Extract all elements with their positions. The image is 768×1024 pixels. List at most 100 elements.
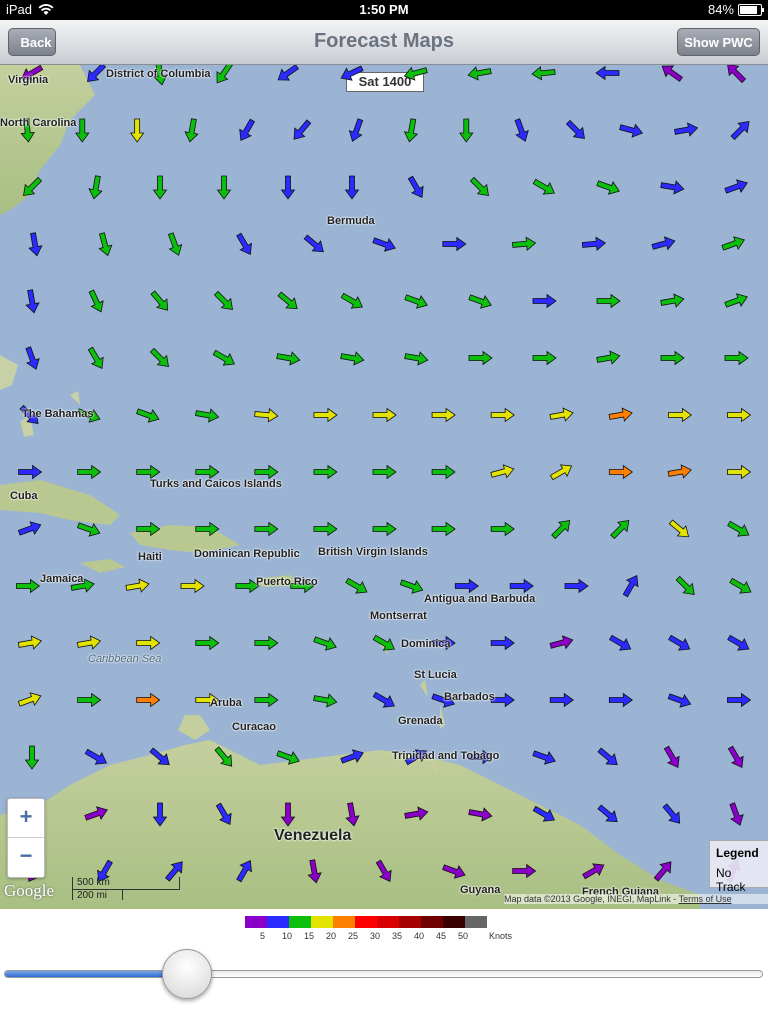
wind-arrow <box>254 521 279 537</box>
clock: 1:50 PM <box>359 2 409 17</box>
place-montserrat: Montserrat <box>370 610 427 622</box>
wind-arrow <box>28 232 43 257</box>
wind-arrow <box>372 464 397 480</box>
wind-arrow <box>77 692 102 708</box>
wind-scale-unit: Knots <box>489 931 513 941</box>
zoom-out-button[interactable]: − <box>8 838 44 876</box>
wind-arrow <box>509 578 534 594</box>
wind-arrow <box>469 176 489 196</box>
wind-arrow <box>608 634 632 651</box>
time-slider-track[interactable] <box>4 970 763 978</box>
wind-scale-label: 10 <box>282 931 293 941</box>
place-virginia: Virginia <box>8 74 49 86</box>
wind-arrow <box>184 118 199 143</box>
wind-arrow <box>667 693 692 708</box>
wind-arrow <box>532 350 557 366</box>
wind-arrow <box>597 804 618 823</box>
wind-arrow <box>454 578 479 594</box>
wind-arrow <box>549 407 574 422</box>
wind-arrow <box>277 291 298 310</box>
wind-arrow <box>608 692 633 708</box>
wind-arrow <box>276 351 301 366</box>
wind-arrow <box>313 521 338 537</box>
navigation-bar: Back Forecast Maps Show PWC <box>0 20 768 65</box>
wind-arrow <box>727 520 750 537</box>
wind-arrow <box>16 578 41 594</box>
wind-arrow <box>431 407 456 423</box>
wind-arrow <box>667 407 693 423</box>
wind-scale-label: 40 <box>414 931 425 941</box>
battery-icon <box>738 3 764 16</box>
wind-arrow <box>313 693 338 708</box>
wind-arrow <box>136 692 161 708</box>
wind-arrow <box>608 407 633 422</box>
place-dominican: Dominican Republic <box>194 548 300 560</box>
wind-arrow <box>313 464 338 480</box>
wind-arrow <box>727 464 752 480</box>
wind-arrow <box>17 635 43 650</box>
wind-arrow <box>17 692 42 707</box>
map-scale: 500 km 200 mi <box>72 877 180 901</box>
wind-arrow <box>459 118 474 143</box>
wind-arrow <box>149 347 169 367</box>
wind-arrow <box>152 802 168 827</box>
legend-button[interactable]: Legend <box>710 841 768 860</box>
wind-arrow <box>407 175 424 198</box>
place-curacao: Curacao <box>232 721 277 733</box>
wind-arrow <box>532 805 555 822</box>
wind-arrow <box>468 350 493 366</box>
wind-arrow <box>490 464 515 479</box>
wind-arrow <box>84 748 107 765</box>
no-track-button[interactable]: No Track <box>710 860 768 894</box>
wind-arrow <box>88 175 103 200</box>
wind-arrow <box>372 237 396 252</box>
wind-scale-swatch <box>267 916 289 928</box>
wind-arrow <box>213 290 233 310</box>
place-aruba: Aruba <box>210 697 242 709</box>
wind-scale-label: 50 <box>458 931 469 941</box>
wind-arrow <box>135 408 160 423</box>
wind-arrow <box>293 119 312 140</box>
zoom-in-button[interactable]: + <box>8 799 44 838</box>
wind-scale-swatch <box>443 916 465 928</box>
wind-arrow <box>551 520 571 540</box>
wind-arrow <box>442 864 466 879</box>
wind-arrow <box>125 578 150 593</box>
wind-arrow <box>195 635 220 651</box>
wind-arrow <box>675 575 695 595</box>
place-guyana: Guyana <box>460 884 501 896</box>
forecast-map[interactable]: Sat 1400 Virginia District of Columbia N… <box>0 65 768 909</box>
legend-panel: Legend No Track <box>709 840 768 894</box>
wind-arrow <box>345 802 360 827</box>
wind-arrow <box>129 118 145 143</box>
wind-arrow <box>467 66 492 81</box>
wind-scale-swatch <box>333 916 355 928</box>
wind-arrow <box>724 350 749 366</box>
time-slider-thumb[interactable] <box>162 949 213 999</box>
battery-percent: 84% <box>707 2 734 17</box>
zoom-control: + − <box>7 798 45 878</box>
wind-arrow <box>622 575 639 598</box>
wind-scale-swatch <box>355 916 377 928</box>
show-pwc-button[interactable]: Show PWC <box>677 28 760 56</box>
wind-arrow <box>668 519 690 538</box>
wind-arrow <box>236 860 252 883</box>
bottom-panel: 5 10 15 20 25 30 35 40 45 50 Knots <box>0 909 768 1024</box>
wind-arrow <box>313 407 338 423</box>
place-grenada: Grenada <box>398 715 443 727</box>
google-logo: Google <box>4 881 55 900</box>
wind-arrow <box>216 175 232 200</box>
place-jamaica: Jamaica <box>40 573 84 585</box>
wind-arrow <box>340 351 365 366</box>
wind-scale-label: 20 <box>326 931 337 941</box>
wind-scale-label: 15 <box>304 931 315 941</box>
place-barbados: Barbados <box>444 691 495 703</box>
wind-arrow <box>75 118 90 143</box>
terms-link[interactable]: Terms of Use <box>679 894 732 904</box>
wind-arrow <box>344 175 360 200</box>
wind-arrow <box>180 578 205 594</box>
wind-arrow <box>214 746 233 767</box>
wind-scale-swatch <box>421 916 443 928</box>
wind-arrow <box>25 346 40 370</box>
wind-arrow <box>724 293 748 308</box>
